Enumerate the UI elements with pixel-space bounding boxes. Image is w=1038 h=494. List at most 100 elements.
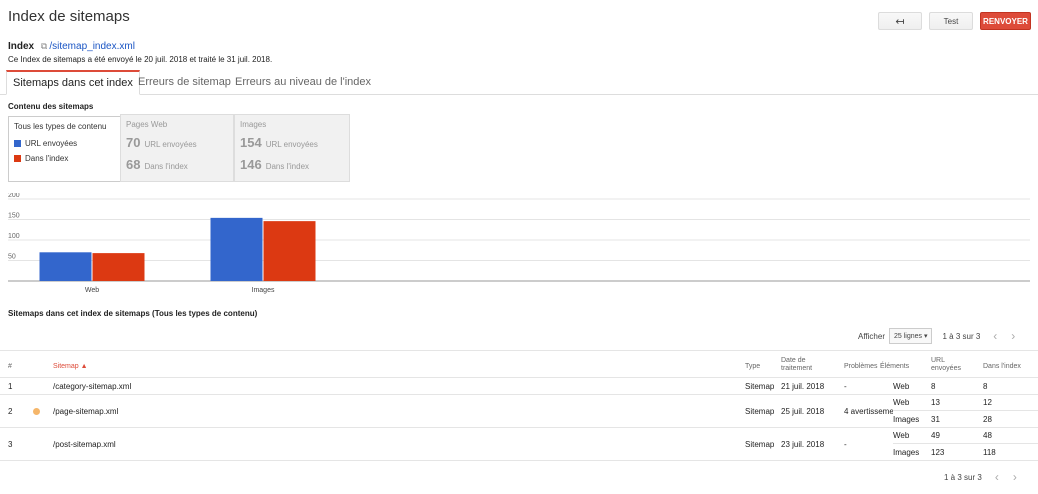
tab-sitemaps-in-index[interactable]: Sitemaps dans cet index bbox=[6, 70, 140, 95]
row-2-element-web: Web bbox=[893, 398, 910, 407]
submission-info: Ce Index de sitemaps a été envoyé le 20 … bbox=[8, 55, 273, 64]
images-indexed-count: 146 Dans l'index bbox=[240, 157, 310, 172]
row-3-num: 3 bbox=[8, 440, 13, 449]
rows-per-page-select[interactable]: 25 lignes ▾ bbox=[888, 328, 933, 344]
divider bbox=[0, 460, 1038, 461]
web-indexed-count: 68 Dans l'index bbox=[126, 157, 188, 172]
tab-index-errors[interactable]: Erreurs au niveau de l'index bbox=[229, 71, 377, 93]
bar-web-submitted bbox=[39, 252, 92, 281]
row-3-web-submitted: 49 bbox=[931, 431, 940, 440]
top-pager: Afficher 25 lignes ▾ 1 à 3 sur 3 ‹ › bbox=[858, 327, 1022, 345]
warning-icon bbox=[33, 408, 40, 415]
web-submitted-count: 70 URL envoyées bbox=[126, 135, 197, 150]
row-3-web-indexed: 48 bbox=[983, 431, 992, 440]
bar-chart: 200 150 100 50 Web Images bbox=[8, 192, 1030, 294]
row-3-date: 23 juil. 2018 bbox=[781, 440, 825, 449]
row-3-element-web: Web bbox=[893, 431, 910, 440]
row-1-element: Web bbox=[893, 382, 910, 391]
divider bbox=[0, 350, 1038, 351]
x-tick-label: Images bbox=[252, 287, 275, 294]
row-2-num: 2 bbox=[8, 407, 13, 416]
col-problems[interactable]: Problèmes bbox=[844, 363, 877, 370]
row-3-problems: - bbox=[844, 440, 847, 449]
external-link-icon[interactable]: ⧉ bbox=[41, 41, 47, 51]
row-1-date: 21 juil. 2018 bbox=[781, 382, 825, 391]
row-2-web-indexed: 12 bbox=[983, 398, 992, 407]
back-button[interactable]: ↤ bbox=[878, 12, 922, 30]
divider bbox=[0, 427, 1038, 428]
show-label: Afficher bbox=[858, 331, 885, 341]
bar-images-submitted bbox=[210, 217, 263, 281]
col-submitted[interactable]: URL envoyées bbox=[931, 357, 967, 373]
row-2-sitemap-link[interactable]: /page-sitemap.xml bbox=[53, 407, 118, 416]
row-3-sitemap-link[interactable]: /post-sitemap.xml bbox=[53, 440, 116, 449]
row-1-num: 1 bbox=[8, 382, 13, 391]
row-1-sitemap-link[interactable]: /category-sitemap.xml bbox=[53, 382, 131, 391]
page-info: 1 à 3 sur 3 bbox=[942, 331, 981, 341]
row-2-web-submitted: 13 bbox=[931, 398, 940, 407]
row-2-images-indexed: 28 bbox=[983, 415, 992, 424]
back-arrow-icon: ↤ bbox=[895, 15, 905, 28]
row-2-element-images: Images bbox=[893, 415, 920, 424]
col-num: # bbox=[8, 363, 12, 370]
index-info: Index ⧉/sitemap_index.xml bbox=[8, 41, 135, 52]
row-2-type: Sitemap bbox=[745, 407, 775, 416]
row-3-element-images: Images bbox=[893, 448, 920, 457]
x-tick-label: Web bbox=[85, 287, 99, 294]
row-1-type: Sitemap bbox=[745, 382, 775, 391]
col-date[interactable]: Date de traitement bbox=[781, 357, 829, 373]
y-tick-label: 150 bbox=[8, 213, 20, 220]
row-3-type: Sitemap bbox=[745, 440, 775, 449]
sitemap-content-chart: 200 150 100 50 Web Images bbox=[8, 192, 1030, 295]
divider bbox=[893, 443, 1038, 444]
index-path-link[interactable]: /sitemap_index.xml bbox=[49, 41, 135, 52]
indexed-swatch bbox=[14, 155, 21, 162]
divider bbox=[0, 394, 1038, 395]
row-1-problems: - bbox=[844, 382, 847, 391]
row-1-submitted: 8 bbox=[931, 382, 936, 391]
legend-submitted: URL envoyées bbox=[14, 139, 77, 148]
y-tick-label: 100 bbox=[8, 233, 20, 240]
content-section-title: Contenu des sitemaps bbox=[8, 102, 94, 111]
bar-web-indexed bbox=[92, 253, 145, 281]
col-indexed[interactable]: Dans l'index bbox=[983, 363, 1021, 370]
page-info: 1 à 3 sur 3 bbox=[944, 472, 982, 482]
content-type-filter: Tous les types de contenu URL envoyées D… bbox=[8, 114, 350, 183]
bottom-pager: 1 à 3 sur 3 ‹ › bbox=[944, 468, 1024, 486]
y-tick-label: 50 bbox=[8, 254, 16, 261]
images-submitted-count: 154 URL envoyées bbox=[240, 135, 318, 150]
test-button[interactable]: Test bbox=[929, 12, 973, 30]
images-label: Images bbox=[240, 120, 267, 129]
filter-images[interactable]: Images 154 URL envoyées 146 Dans l'index bbox=[234, 114, 350, 182]
page-title: Index de sitemaps bbox=[8, 8, 130, 25]
dropdown-arrow-icon: ▾ bbox=[923, 333, 928, 340]
tab-bar: Sitemaps dans cet index Erreurs de sitem… bbox=[0, 70, 1038, 95]
divider bbox=[0, 377, 1038, 378]
prev-page-icon[interactable]: ‹ bbox=[986, 329, 1004, 343]
col-type[interactable]: Type bbox=[745, 363, 760, 370]
row-3-images-indexed: 118 bbox=[983, 448, 996, 457]
bar-images-indexed bbox=[263, 221, 316, 281]
col-sitemap-sort[interactable]: Sitemap ▲ bbox=[53, 363, 88, 370]
resend-button[interactable]: RENVOYER bbox=[980, 12, 1031, 30]
row-2-date: 25 juil. 2018 bbox=[781, 407, 825, 416]
filter-all-types[interactable]: Tous les types de contenu URL envoyées D… bbox=[8, 116, 120, 182]
row-3-images-submitted: 123 bbox=[931, 448, 945, 457]
row-2-problems-link[interactable]: 4 avertisseme bbox=[844, 407, 893, 416]
all-types-label: Tous les types de contenu bbox=[14, 122, 107, 131]
tab-sitemap-errors[interactable]: Erreurs de sitemap bbox=[132, 71, 237, 93]
filter-web-pages[interactable]: Pages Web 70 URL envoyées 68 Dans l'index bbox=[120, 114, 234, 182]
row-1-indexed: 8 bbox=[983, 382, 988, 391]
col-elements[interactable]: Éléments bbox=[880, 363, 909, 370]
next-page-icon[interactable]: › bbox=[1004, 329, 1022, 343]
web-pages-label: Pages Web bbox=[126, 120, 168, 129]
y-tick-label: 200 bbox=[8, 193, 20, 199]
prev-page-icon[interactable]: ‹ bbox=[988, 470, 1006, 484]
table-title: Sitemaps dans cet index de sitemaps (Tou… bbox=[8, 309, 258, 318]
divider bbox=[893, 410, 1038, 411]
submitted-swatch bbox=[14, 140, 21, 147]
next-page-icon[interactable]: › bbox=[1006, 470, 1024, 484]
legend-indexed: Dans l'index bbox=[14, 154, 68, 163]
index-label: Index bbox=[8, 41, 35, 52]
row-2-images-submitted: 31 bbox=[931, 415, 940, 424]
